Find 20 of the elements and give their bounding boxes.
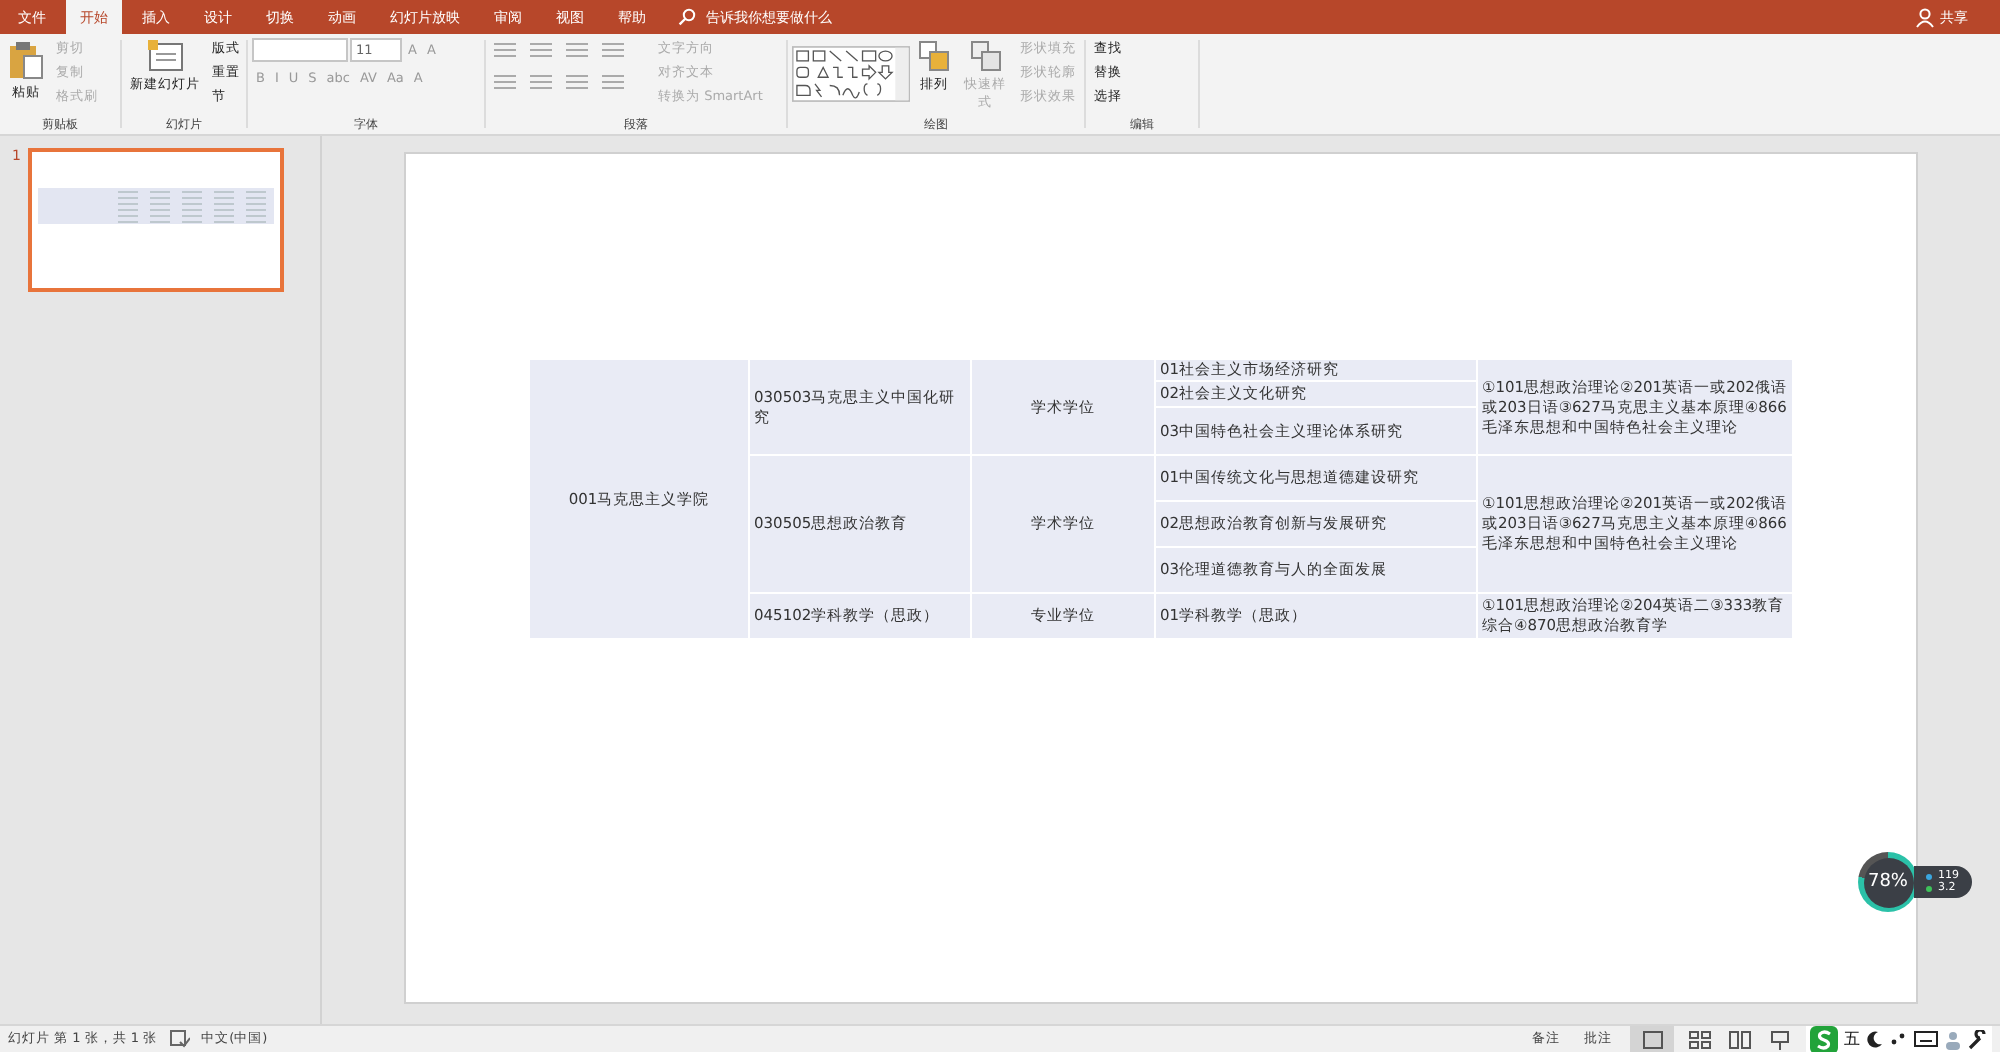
slide-thumbnail[interactable] [28,148,285,292]
moon-icon[interactable] [1866,1030,1884,1048]
person-icon [1916,7,1934,27]
keyboard-icon[interactable] [1914,1030,1938,1048]
search-icon [678,8,696,26]
reading-view-icon[interactable] [1726,1025,1754,1052]
slide-sorter-icon[interactable] [1686,1025,1714,1052]
font-name-field[interactable] [252,38,348,62]
shapes-gallery-drawing[interactable] [792,40,911,108]
input-method-logo-icon[interactable] [1810,1025,1838,1052]
wrench-icon[interactable] [1968,1029,1988,1049]
shapes-icon [918,40,951,72]
clipboard-icon [8,40,44,80]
punctuation-icon[interactable] [1890,1030,1908,1048]
shapes-icon [969,40,1002,72]
slideshow-icon[interactable] [1766,1025,1794,1052]
slide-icon [147,40,183,72]
spellcheck-icon [169,1030,190,1048]
input-mode-label[interactable]: 五 [1844,1028,1860,1050]
normal-view-icon[interactable] [1630,1025,1674,1052]
